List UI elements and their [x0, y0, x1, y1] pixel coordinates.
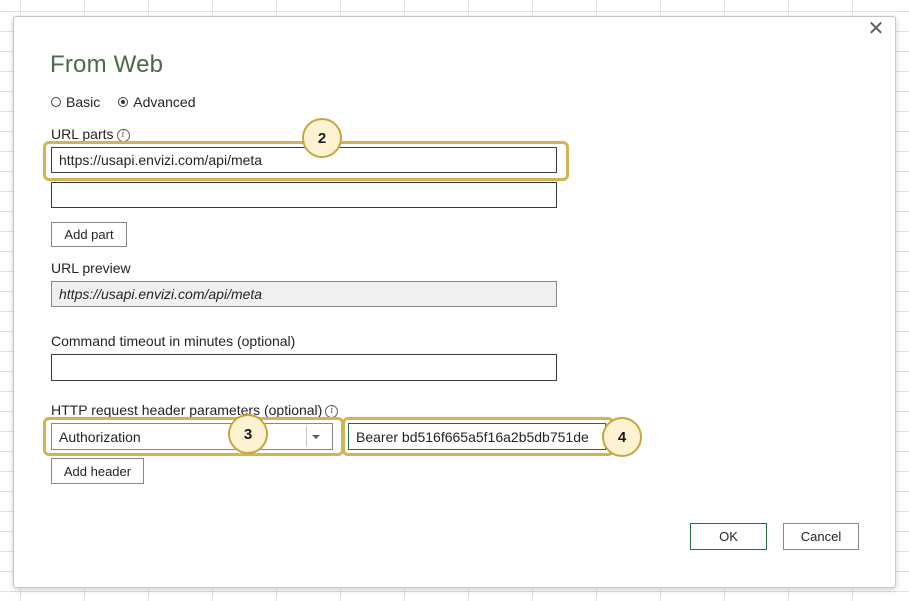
advanced-radio-circle[interactable]: [118, 97, 129, 107]
url-part-2-input[interactable]: [51, 182, 557, 208]
ok-button[interactable]: OK: [690, 523, 767, 550]
header-name-select[interactable]: Authorization: [51, 423, 333, 450]
url-part-1-input[interactable]: https://usapi.envizi.com/api/meta: [51, 147, 557, 173]
mode-radio-group: Basic Advanced: [51, 94, 196, 110]
select-divider: [306, 426, 307, 447]
timeout-input[interactable]: [51, 354, 557, 381]
advanced-radio-label: Advanced: [133, 94, 196, 110]
timeout-label: Command timeout in minutes (optional): [51, 333, 296, 349]
chevron-down-icon[interactable]: [312, 435, 320, 439]
basic-radio-label: Basic: [66, 94, 101, 110]
basic-radio[interactable]: Basic: [51, 94, 100, 110]
cancel-button[interactable]: Cancel: [783, 523, 859, 550]
advanced-radio[interactable]: Advanced: [118, 94, 196, 110]
url-preview-label: URL preview: [51, 260, 131, 276]
info-icon[interactable]: i: [325, 404, 339, 418]
header-name-value: Authorization: [59, 428, 141, 445]
headers-label: HTTP request header parameters (optional…: [51, 402, 339, 418]
callout-badge-4: 4: [602, 417, 642, 457]
header-value-input[interactable]: Bearer bd516f665a5f16a2b5db751de: [348, 423, 606, 450]
url-preview-value: https://usapi.envizi.com/api/meta: [59, 286, 263, 302]
url-part-1-value: https://usapi.envizi.com/api/meta: [59, 152, 263, 168]
callout-badge-2: 2: [302, 118, 342, 158]
url-preview-field: https://usapi.envizi.com/api/meta: [51, 281, 557, 307]
add-part-button[interactable]: Add part: [51, 222, 127, 247]
headers-label-text: HTTP request header parameters (optional…: [51, 402, 323, 418]
close-icon[interactable]: ✕: [866, 19, 886, 39]
url-parts-label: URL parts i: [51, 126, 130, 142]
info-icon[interactable]: i: [116, 128, 130, 142]
dialog-title: From Web: [50, 51, 164, 78]
add-header-button[interactable]: Add header: [51, 458, 144, 484]
url-parts-label-text: URL parts: [51, 126, 114, 142]
header-value-value: Bearer bd516f665a5f16a2b5db751de: [356, 428, 589, 445]
basic-radio-circle[interactable]: [51, 97, 61, 107]
callout-badge-3: 3: [228, 414, 268, 454]
